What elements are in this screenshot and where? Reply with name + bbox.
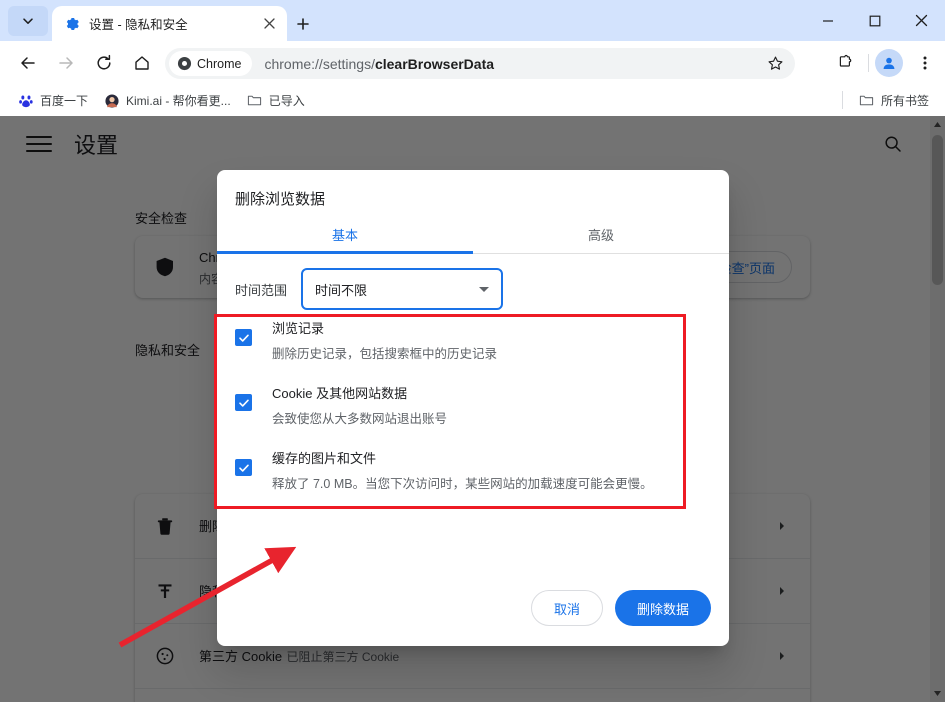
chrome-logo-icon xyxy=(177,56,192,71)
close-icon xyxy=(263,18,275,29)
checkmark-icon xyxy=(238,334,249,342)
checkbox-subtitle: 释放了 7.0 MB。当您下次访问时，某些网站的加载速度可能会更慢。 xyxy=(272,477,653,491)
window-controls xyxy=(804,0,945,41)
extensions-puzzle-icon xyxy=(839,54,852,67)
checkbox-text: Cookie 及其他网站数据 会致使您从大多数网站退出账号 xyxy=(272,383,447,427)
checkbox-item-cached-images[interactable]: 缓存的图片和文件 释放了 7.0 MB。当您下次访问时，某些网站的加载速度可能会… xyxy=(235,448,711,492)
browser-tab[interactable]: 设置 - 隐私和安全 xyxy=(52,6,287,41)
chrome-chip-label: Chrome xyxy=(197,56,242,71)
cancel-button[interactable]: 取消 xyxy=(530,590,603,626)
forward-button[interactable] xyxy=(50,47,82,79)
baidu-favicon xyxy=(18,93,34,109)
bookmark-folder[interactable]: 已导入 xyxy=(239,89,313,113)
checkbox-item-browsing-history[interactable]: 浏览记录 删除历史记录，包括搜索框中的历史记录 xyxy=(235,318,711,362)
kimi-favicon xyxy=(104,93,120,109)
checkbox-subtitle: 删除历史记录，包括搜索框中的历史记录 xyxy=(272,347,498,361)
browser-window: 设置 - 隐私和安全 Chrome chrome://settings/clea… xyxy=(0,0,945,702)
address-bar[interactable]: Chrome chrome://settings/clearBrowserDat… xyxy=(165,48,795,79)
dialog-actions: 取消 删除数据 xyxy=(530,590,711,626)
extensions-button[interactable] xyxy=(830,47,862,79)
all-bookmarks-button[interactable]: 所有书签 xyxy=(851,88,937,112)
toolbar-separator xyxy=(868,54,869,72)
tab-basic-label: 基本 xyxy=(331,228,358,243)
bookmark-star-button[interactable] xyxy=(761,50,789,78)
tab-basic[interactable]: 基本 xyxy=(217,215,473,254)
close-icon xyxy=(915,14,928,27)
checkbox-checked[interactable] xyxy=(235,329,252,346)
bookmark-star-icon xyxy=(768,56,782,70)
tab-title: 设置 - 隐私和安全 xyxy=(89,18,188,32)
bookmark-label: Kimi.ai - 帮你看更... xyxy=(126,94,231,108)
dialog-title: 删除浏览数据 xyxy=(235,191,326,208)
bookmark-item[interactable]: 百度一下 xyxy=(10,89,96,113)
time-range-label: 时间范围 xyxy=(235,282,288,298)
browser-menu-button[interactable] xyxy=(909,47,941,79)
checkbox-text: 浏览记录 删除历史记录，包括搜索框中的历史记录 xyxy=(272,318,497,362)
tab-strip: 设置 - 隐私和安全 xyxy=(0,0,945,41)
data-type-checkbox-list: 浏览记录 删除历史记录，包括搜索框中的历史记录 Cookie 及其他网站数据 会… xyxy=(235,318,711,513)
checkbox-checked[interactable] xyxy=(235,459,252,476)
chrome-origin-chip: Chrome xyxy=(169,51,253,76)
checkbox-title: Cookie 及其他网站数据 xyxy=(272,386,408,401)
tab-search-button[interactable] xyxy=(8,6,48,36)
chevron-down-icon xyxy=(23,18,33,24)
bookmarks-bar: 百度一下 Kimi.ai - 帮你看更... 已导入 所有书签 xyxy=(0,85,945,116)
reload-icon xyxy=(97,54,111,70)
checkmark-icon xyxy=(238,399,249,407)
checkbox-text: 缓存的图片和文件 释放了 7.0 MB。当您下次访问时，某些网站的加载速度可能会… xyxy=(272,448,653,492)
minimize-icon xyxy=(822,19,833,22)
folder-icon xyxy=(247,93,263,109)
checkmark-icon xyxy=(238,464,249,472)
plus-icon xyxy=(297,18,309,30)
bookmark-label: 已导入 xyxy=(268,94,305,108)
delete-data-button[interactable]: 删除数据 xyxy=(614,590,711,626)
three-dot-menu-icon xyxy=(923,56,927,70)
all-bookmarks-label: 所有书签 xyxy=(880,93,929,108)
home-icon xyxy=(135,56,149,70)
back-arrow-icon xyxy=(21,57,35,69)
folder-icon xyxy=(859,92,875,108)
home-button[interactable] xyxy=(126,47,158,79)
time-range-select[interactable]: 时间不限 xyxy=(301,268,504,310)
tab-close-button[interactable] xyxy=(259,14,279,34)
bookmark-item[interactable]: Kimi.ai - 帮你看更... xyxy=(96,89,239,113)
reload-button[interactable] xyxy=(88,47,120,79)
checkbox-title: 缓存的图片和文件 xyxy=(272,451,377,466)
checkbox-item-cookies[interactable]: Cookie 及其他网站数据 会致使您从大多数网站退出账号 xyxy=(235,383,711,427)
bookmarks-separator xyxy=(841,91,843,109)
address-bar-text: chrome://settings/clearBrowserData xyxy=(264,55,495,72)
checkbox-checked[interactable] xyxy=(235,394,252,411)
forward-arrow-icon xyxy=(59,57,73,69)
all-bookmarks-section: 所有书签 xyxy=(841,88,937,112)
checkbox-title: 浏览记录 xyxy=(272,321,325,336)
time-range-control: 时间范围 时间不限 xyxy=(235,268,504,310)
checkbox-subtitle: 会致使您从大多数网站退出账号 xyxy=(272,412,448,426)
active-tab-indicator xyxy=(217,251,473,254)
tab-advanced-label: 高级 xyxy=(587,228,614,243)
settings-gear-icon xyxy=(64,16,80,32)
maximize-icon xyxy=(869,15,880,26)
time-range-value: 时间不限 xyxy=(315,282,368,298)
chevron-down-icon xyxy=(479,286,490,292)
profile-avatar-icon xyxy=(883,57,895,69)
close-window-button[interactable] xyxy=(898,0,945,41)
clear-browsing-data-dialog: 删除浏览数据 基本 高级 时间范围 时间不限 浏览记录 删除历史记录，包括搜索框… xyxy=(217,170,729,646)
bookmark-label: 百度一下 xyxy=(40,94,89,108)
maximize-button[interactable] xyxy=(851,0,898,41)
dialog-tabs: 基本 高级 xyxy=(217,215,729,254)
minimize-button[interactable] xyxy=(804,0,851,41)
back-button[interactable] xyxy=(12,47,44,79)
tab-advanced[interactable]: 高级 xyxy=(473,215,729,254)
new-tab-button[interactable] xyxy=(290,11,316,37)
toolbar-right-actions xyxy=(830,47,941,79)
profile-button[interactable] xyxy=(875,49,903,77)
browser-toolbar: Chrome chrome://settings/clearBrowserDat… xyxy=(0,41,945,85)
